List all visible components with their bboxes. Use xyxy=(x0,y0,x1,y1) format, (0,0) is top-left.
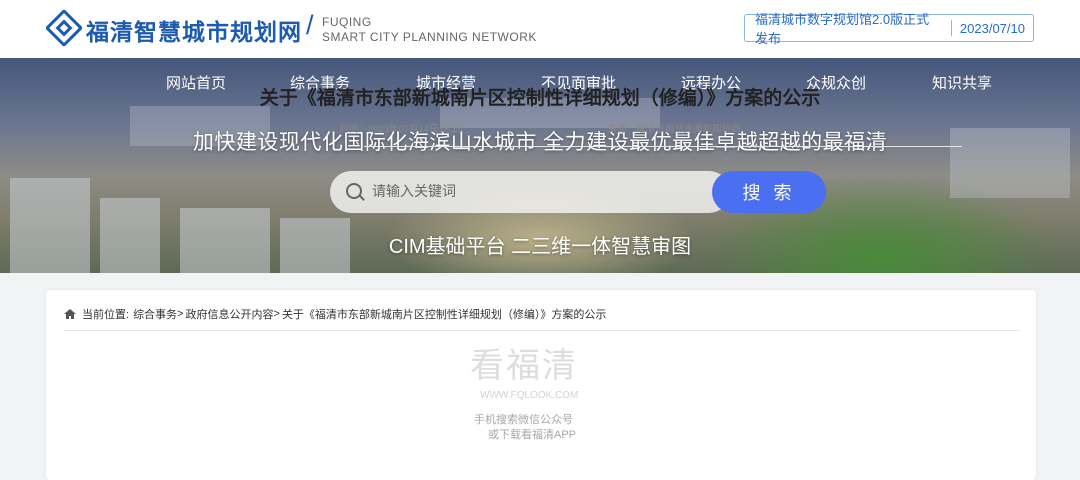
site-name[interactable]: 福清智慧城市规划网 xyxy=(86,13,302,47)
search-icon xyxy=(346,183,362,199)
watermark-line1: 手机搜索微信公众号 xyxy=(474,414,573,426)
article-time: 时间：2023年07月14日18:13 xyxy=(339,124,463,135)
breadcrumb-item-general-affairs[interactable]: 综合事务 xyxy=(133,306,177,322)
article-meta: 时间：2023年07月14日18:13 来源：福清市自然资源和规划局 xyxy=(0,121,1080,135)
site-logo-icon[interactable] xyxy=(46,10,82,46)
site-header: 福清智慧城市规划网 / FUQING SMART CITY PLANNING N… xyxy=(0,0,1080,58)
release-notice[interactable]: 福清城市数字规划馆2.0版正式发布 2023/07/10 xyxy=(744,12,1034,46)
search-input[interactable] xyxy=(370,182,694,200)
article-title: 关于《福清市东部新城南片区控制性详细规划（修编）》方案的公示 xyxy=(259,88,821,109)
home-icon xyxy=(64,309,76,319)
article-source: 来源：福清市自然资源和规划局 xyxy=(607,124,741,135)
site-name-en-line2: SMART CITY PLANNING NETWORK xyxy=(322,30,537,44)
watermark-url: WWW.FQLOOK.COM xyxy=(480,390,579,401)
notice-text[interactable]: 福清城市数字规划馆2.0版正式发布 xyxy=(745,9,951,47)
watermark-line2: 或下载看福清APP xyxy=(488,429,577,441)
breadcrumb-separator: > xyxy=(177,308,184,320)
watermark-logo-text: 看福清 xyxy=(470,347,578,385)
search-button[interactable]: 搜 索 xyxy=(712,171,826,213)
breadcrumb-divider xyxy=(64,330,1020,331)
notice-date: 2023/07/10 xyxy=(959,20,1025,36)
platform-tagline[interactable]: CIM基础平台 二三维一体智慧审图 xyxy=(0,230,1080,259)
breadcrumb-separator: > xyxy=(273,308,280,320)
title-slash: / xyxy=(306,10,314,40)
breadcrumb: 当前位置: 综合事务 > 政府信息公开内容 > 关于《福清市东部新城南片区控制性… xyxy=(64,306,606,322)
title-divider xyxy=(364,146,962,147)
site-name-en-line1: FUQING xyxy=(322,15,372,29)
breadcrumb-item-gov-info[interactable]: 政府信息公开内容 xyxy=(186,306,274,322)
search-box[interactable] xyxy=(330,171,730,213)
breadcrumb-item-current: 关于《福清市东部新城南片区控制性详细规划（修编）》方案的公示 xyxy=(281,309,607,321)
breadcrumb-label: 当前位置: xyxy=(82,309,130,321)
